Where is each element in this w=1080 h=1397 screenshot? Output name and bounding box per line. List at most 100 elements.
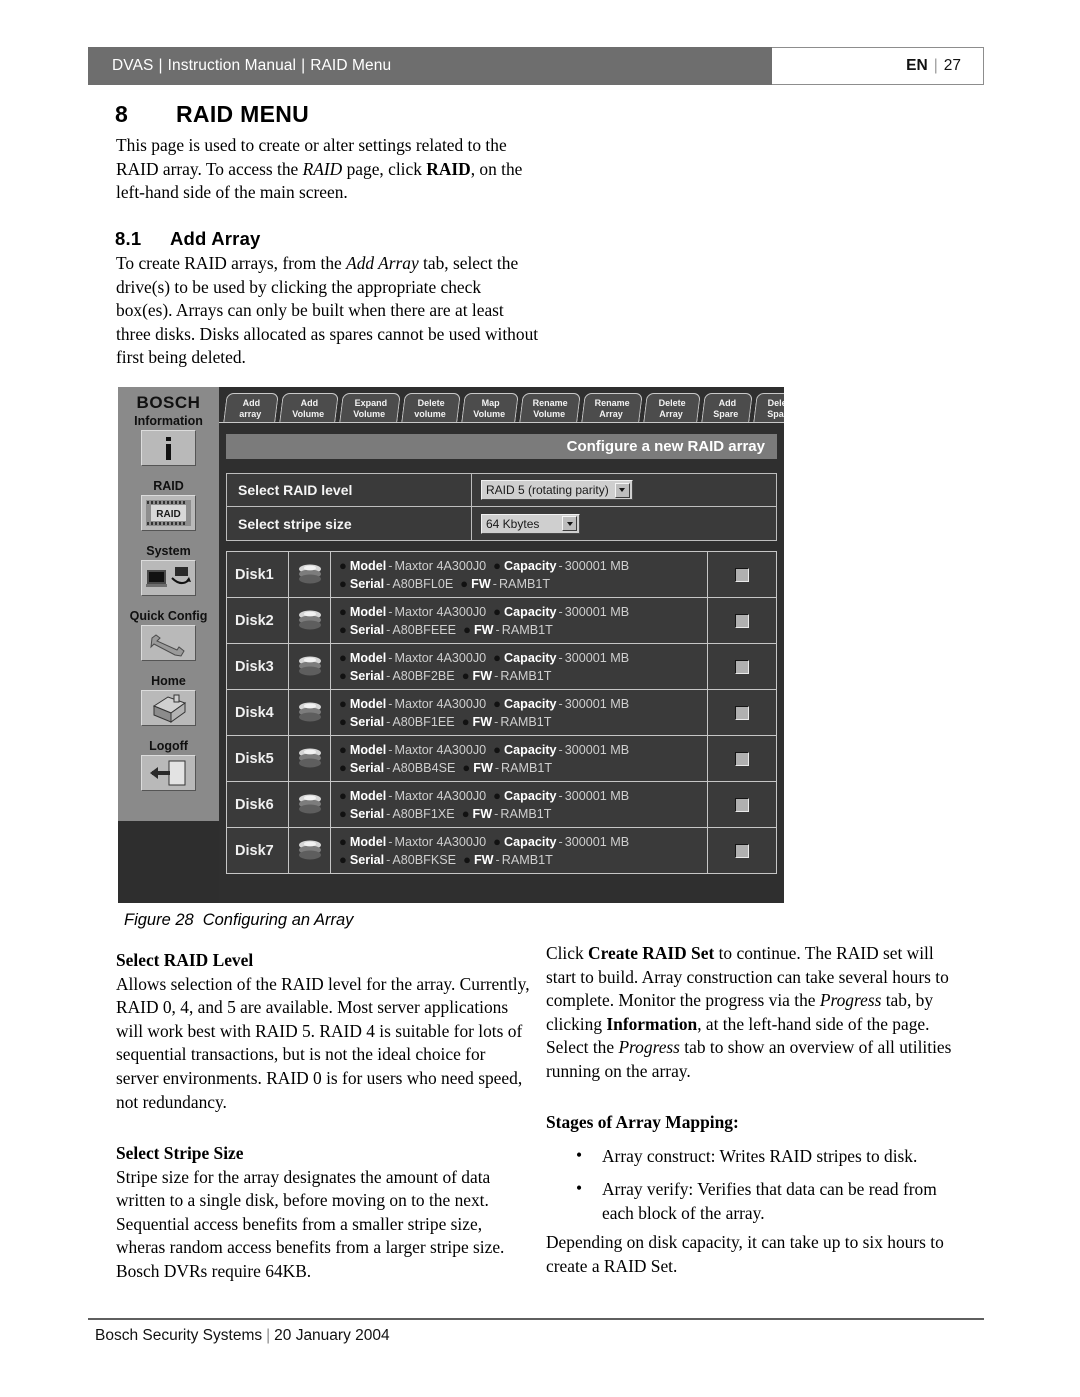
paragraph-select-raid-level: Allows selection of the RAID level for t… xyxy=(116,973,530,1112)
disk-select-checkbox[interactable] xyxy=(735,659,749,674)
page-number: 27 xyxy=(943,57,961,74)
stripe-size-dropdown[interactable]: 64 Kbytes xyxy=(481,513,580,534)
disk-select-checkbox[interactable] xyxy=(735,797,749,812)
language-code: EN xyxy=(906,57,928,74)
disk-select-checkbox[interactable] xyxy=(735,843,749,858)
left-column-raid-level: Select RAID Level Allows selection of th… xyxy=(116,949,530,1114)
system-icon[interactable] xyxy=(141,560,196,596)
bullet-icon: • xyxy=(576,1178,583,1199)
disk-capacity-value: 300001 MB xyxy=(564,650,630,665)
paragraph-select-stripe-size: Stripe size for the array designates the… xyxy=(116,1166,505,1281)
intro-italic: RAID xyxy=(302,158,343,179)
tab-strip-underline xyxy=(219,422,784,423)
table-row[interactable]: Disk6 ● Model - Maxtor 4A300J0 ● Capacity -30… xyxy=(227,782,776,828)
disk-capacity-value: 300001 MB xyxy=(564,696,630,711)
figure-caption: Figure 28 Configuring an Array xyxy=(124,911,353,930)
table-row[interactable]: Disk3 ● Model - Maxtor 4A300J0 ● Capacity -30… xyxy=(227,644,776,690)
chevron-down-icon[interactable] xyxy=(614,482,630,498)
raid-icon[interactable]: RAID xyxy=(141,495,196,531)
bosch-logo: BOSCH xyxy=(136,393,201,412)
tab-add-spare[interactable]: Add Spare xyxy=(701,393,753,423)
disk-serial-value: A80BFL0E xyxy=(392,576,454,591)
table-row[interactable]: Disk2 ● Model - Maxtor 4A300J0 ● Capacity -30… xyxy=(227,598,776,644)
tab-expand-volume[interactable]: Expand Volume xyxy=(339,393,401,423)
disk-select-checkbox[interactable] xyxy=(735,567,749,582)
tab-rename-volume[interactable]: Rename Volume xyxy=(519,393,581,423)
disk-serial-line: ● Serial - A80BF2BE ● FW - RAMB1T xyxy=(339,667,552,683)
sidebar-item-system[interactable]: System xyxy=(118,544,219,596)
disk-capacity-value: 300001 MB xyxy=(564,788,630,803)
raid-level-dropdown[interactable]: RAID 5 (rotating parity) xyxy=(481,480,633,500)
model-label: Model xyxy=(349,742,387,757)
tab-label-line2: Volume xyxy=(473,408,506,419)
rc-italic-progress-2: Progress xyxy=(618,1037,680,1058)
footer-separator: | xyxy=(266,1327,271,1344)
raid-level-label: Select RAID level xyxy=(227,474,472,506)
disk-model-line: ● Model - Maxtor 4A300J0 ● Capacity -300001 M… xyxy=(339,603,630,619)
breadcrumb-3: RAID Menu xyxy=(310,57,392,74)
tab-add-array[interactable]: Add array xyxy=(223,393,279,423)
disk-select-checkbox[interactable] xyxy=(735,613,749,628)
disk-select-checkbox[interactable] xyxy=(735,705,749,720)
fw-label: FW xyxy=(473,622,494,637)
table-row[interactable]: Disk7 ● Model - Maxtor 4A300J0 ● Capacity -30… xyxy=(227,828,776,874)
disk-model-line: ● Model - Maxtor 4A300J0 ● Capacity -300001 M… xyxy=(339,833,630,849)
tab-add-volume[interactable]: Add Volume xyxy=(279,393,339,423)
disk-capacity-value: 300001 MB xyxy=(564,834,630,849)
panel-title: Configure a new RAID array xyxy=(566,438,765,455)
breadcrumb-separator-2: | xyxy=(301,57,306,74)
disk-model-line: ● Model - Maxtor 4A300J0 ● Capacity -300001 M… xyxy=(339,695,630,711)
disk-name: Disk5 xyxy=(227,736,289,781)
figure-caption-text: Configuring an Array xyxy=(202,911,354,929)
svg-text:RAID: RAID xyxy=(156,509,180,520)
disk-name: Disk7 xyxy=(227,828,289,873)
disk-platter-icon xyxy=(289,598,331,643)
chevron-down-icon[interactable] xyxy=(562,516,577,531)
logoff-icon[interactable] xyxy=(141,755,196,791)
header-breadcrumb: DVAS | Instruction Manual | RAID Menu xyxy=(88,47,772,85)
tab-label-line1: Map xyxy=(481,398,500,408)
disk-fw-value: RAMB1T xyxy=(500,714,552,729)
sidebar-item-logoff[interactable]: Logoff xyxy=(118,739,219,791)
sidebar-item-quick-config[interactable]: Quick Config xyxy=(118,609,219,661)
chapter-title: RAID MENU xyxy=(176,101,310,127)
tab-delete-volume[interactable]: Delete volume xyxy=(401,393,461,423)
section-text-1: To create RAID arrays, from the xyxy=(116,253,347,273)
tab-label-line1: Add xyxy=(300,398,319,408)
page-header: DVAS | Instruction Manual | RAID Menu EN… xyxy=(88,47,984,85)
fw-label: FW xyxy=(472,714,493,729)
serial-label: Serial xyxy=(349,668,385,683)
intro-text-2: page, click xyxy=(342,158,427,179)
table-row[interactable]: Disk1 ● Model - Maxtor 4A300J0 ● Capacity -30… xyxy=(227,552,776,598)
disk-name: Disk3 xyxy=(227,644,289,689)
sidebar-item-raid[interactable]: RAID RAID xyxy=(118,479,219,531)
home-icon[interactable] xyxy=(141,690,196,726)
tab-rename-array[interactable]: Rename Array xyxy=(581,393,643,423)
sidebar-item-home[interactable]: Home xyxy=(118,674,219,726)
form-row-stripe-size: Select stripe size 64 Kbytes xyxy=(227,507,776,540)
disk-name: Disk4 xyxy=(227,690,289,735)
right-column-create-raid-set: Click Create RAID Set to continue. The R… xyxy=(546,942,964,1084)
table-row[interactable]: Disk5 ● Model - Maxtor 4A300J0 ● Capacity -30… xyxy=(227,736,776,782)
disk-select-checkbox[interactable] xyxy=(735,751,749,766)
footer-company: Bosch Security Systems xyxy=(95,1327,263,1344)
tab-label-line1: Expand xyxy=(354,398,387,408)
sidebar-item-label: Information xyxy=(134,414,203,428)
info-icon[interactable] xyxy=(141,430,196,466)
disk-fw-value: RAMB1T xyxy=(501,622,553,637)
disk-serial-value: A80BF1EE xyxy=(392,714,455,729)
tab-delete-array[interactable]: Delete Array xyxy=(643,393,701,423)
tab-delete-spare[interactable]: Delete Spare xyxy=(753,393,784,423)
tab-label-line2: Volume xyxy=(292,408,325,419)
table-row[interactable]: Disk4 ● Model - Maxtor 4A300J0 ● Capacity -30… xyxy=(227,690,776,736)
sidebar-item-information[interactable]: Information xyxy=(118,414,219,466)
wrench-icon[interactable] xyxy=(141,625,196,661)
tab-label-line1: Rename xyxy=(595,398,631,408)
disk-model-line: ● Model - Maxtor 4A300J0 ● Capacity -300001 M… xyxy=(339,649,630,665)
model-label: Model xyxy=(349,834,387,849)
tab-map-volume[interactable]: Map Volume xyxy=(461,393,519,423)
capacity-label: Capacity xyxy=(504,558,557,573)
disk-model-value: Maxtor 4A300J0 xyxy=(394,650,487,665)
model-label: Model xyxy=(349,696,387,711)
heading-select-stripe-size: Select Stripe Size xyxy=(116,1143,244,1163)
